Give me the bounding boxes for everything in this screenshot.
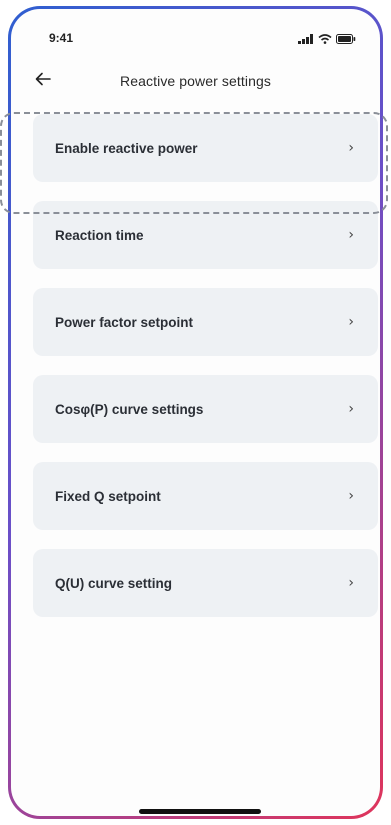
battery-icon (336, 31, 356, 49)
chevron-right-icon: › (348, 314, 354, 330)
list-item-label: Reaction time (55, 227, 144, 243)
list-item-label: Cosφ(P) curve settings (55, 401, 204, 417)
status-icons (298, 31, 356, 49)
reaction-time-item[interactable]: Reaction time › (33, 201, 378, 269)
list-item-label: Power factor setpoint (55, 314, 194, 330)
fixed-q-setpoint-item[interactable]: Fixed Q setpoint › (33, 462, 378, 530)
list-item-label: Enable reactive power (55, 140, 198, 156)
list-item-label: Fixed Q setpoint (55, 488, 161, 504)
home-indicator[interactable] (139, 809, 261, 814)
list-item-label: Q(U) curve setting (55, 575, 173, 591)
power-factor-setpoint-item[interactable]: Power factor setpoint › (33, 288, 378, 356)
cos-phi-p-curve-settings-item[interactable]: Cosφ(P) curve settings › (33, 375, 378, 443)
status-time: 9:41 (49, 31, 74, 45)
page-title: Reactive power settings (120, 73, 271, 89)
status-bar: 9:41 (11, 9, 380, 49)
wifi-icon (318, 31, 332, 49)
signal-icon (298, 31, 314, 49)
settings-list: Enable reactive power › Reaction time › … (33, 114, 378, 636)
header-bar: Reactive power settings (11, 67, 380, 97)
chevron-right-icon: › (348, 575, 354, 591)
chevron-right-icon: › (348, 488, 354, 504)
chevron-right-icon: › (348, 140, 354, 156)
enable-reactive-power-item[interactable]: Enable reactive power › (33, 114, 378, 182)
chevron-right-icon: › (348, 227, 354, 243)
chevron-right-icon: › (348, 401, 354, 417)
q-u-curve-setting-item[interactable]: Q(U) curve setting › (33, 549, 378, 617)
